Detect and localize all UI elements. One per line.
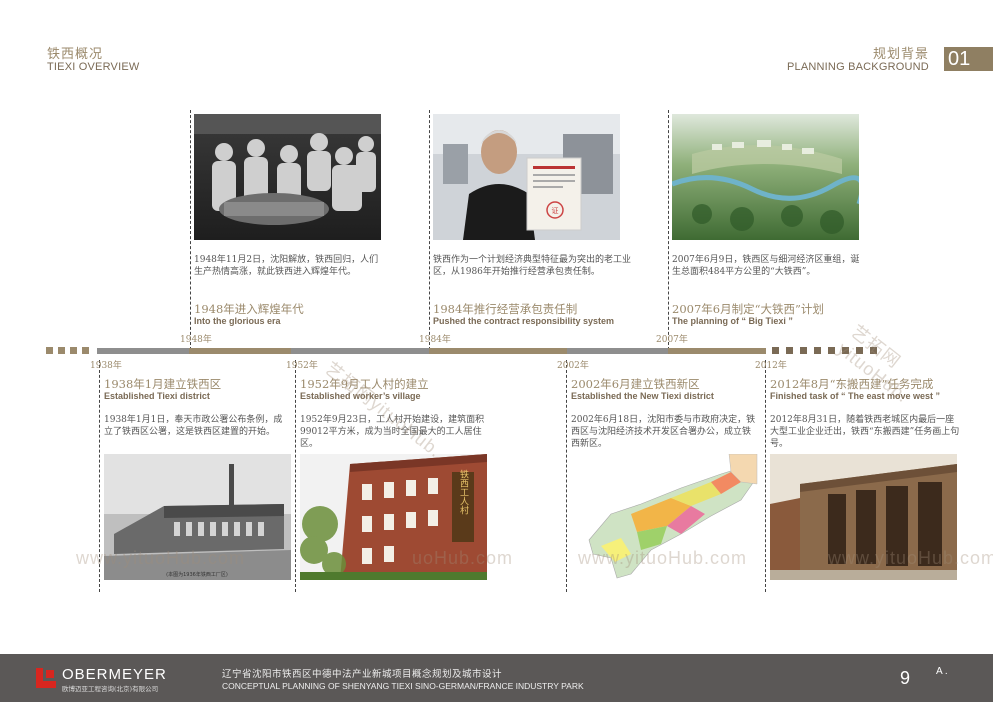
timeline-start-square [70,347,77,354]
obermeyer-logo-icon [36,668,56,688]
header-right-en: PLANNING BACKGROUND [787,61,929,73]
bottom-divider-2002 [566,360,567,592]
event-1938-title-en: Established Tiexi district [104,391,210,401]
timeline-segment-brown [429,348,567,354]
year-label-1952: 1952年 [286,361,318,371]
event-2002-title-en: Established the New Tiexi district [571,391,714,401]
event-2002-desc: 2002年6月18日，沈阳市委与市政府决定，铁西区与沈阳经济技术开发区合署办公，… [571,415,756,449]
year-label-2002: 2002年 [557,361,589,371]
village-sign: 铁西工人村 [458,468,469,514]
watermark-url-4: www.yituoHub.com [828,548,993,568]
timeline-end-square [772,347,779,354]
bottom-divider-1952 [295,360,296,592]
event-1948-title-en: Into the glorious era [194,316,281,326]
footer-brand: OBERMEYER [62,666,167,683]
timeline-segment-gray [97,348,189,354]
footer-corner-mark: A . [936,666,948,677]
watermark-url-2: uoHub.com [412,548,514,568]
header-left-en: TIEXI OVERVIEW [47,61,140,73]
timeline-end-square [786,347,793,354]
timeline-start-square [58,347,65,354]
event-1948-title: 1948年进入辉煌年代 [194,302,304,316]
year-label-2007: 2007年 [656,335,688,345]
year-label-2012: 2012年 [755,361,787,371]
event-1938-desc: 1938年1月1日，奉天市政公署公布条例，成立了铁西区公署，这是铁西区建置的开始… [104,415,283,437]
header-right-cn: 规划背景 [873,47,930,62]
photo-aerial-plan [672,114,859,240]
footer-title-en: CONCEPTUAL PLANNING OF SHENYANG TIEXI SI… [222,681,584,691]
section-number-badge: 01 [944,47,993,71]
event-1938-title: 1938年1月建立铁西区 [104,377,222,391]
photo-workers-1948 [194,114,381,240]
factory-photo-caption: (本图为1936年铁西工厂区) [166,571,228,578]
timeline-end-square [800,347,807,354]
timeline-segment-gray [567,348,668,354]
header-left-cn: 铁西概况 [47,47,104,62]
footer-title-cn: 辽宁省沈阳市铁西区中德中法产业新城项目概念规划及城市设计 [222,669,503,680]
event-1948-desc: 1948年11月2日，沈阳解放，铁西回归，人们生产热情高涨，就此铁西进入辉煌年代… [194,255,379,277]
event-2007-title-en: The planning of “ Big Tiexi ” [672,316,793,326]
watermark-url-1: www.yituoHub.com [76,548,246,568]
event-1984-title: 1984年推行经营承包责任制 [433,302,578,316]
timeline-segment-brown [189,348,291,354]
timeline-segment-brown [668,348,766,354]
top-divider-1984 [429,110,430,350]
event-1984-desc: 铁西作为一个计划经济典型特征最为突出的老工业区，从1986年开始推行经营承包责任… [433,255,632,277]
timeline-end-square [814,347,821,354]
year-label-1948: 1948年 [180,335,212,345]
watermark-url-3: www.yituoHub.com [578,548,748,568]
footer-brand-sub: 欧博迈亚工程咨询(北京)有限公司 [62,685,159,693]
certificate-stamp: 证 [552,207,559,215]
event-2002-title: 2002年6月建立铁西新区 [571,377,700,391]
top-divider-2007 [668,110,669,350]
event-2007-desc: 2007年6月9日，铁西区与细河经济区重组，诞生总面积484平方公里的“大铁西”… [672,255,860,277]
bottom-divider-2012 [765,360,766,592]
page-number: 9 [900,668,911,688]
photo-man-certificate: 证 [433,114,620,240]
timeline-start-square [82,347,89,354]
event-2007-title: 2007年6月制定“大铁西”计划 [672,302,824,316]
top-divider-1948 [190,110,191,350]
timeline-start-square [46,347,53,354]
timeline-segment-gray [291,348,429,354]
year-label-1938: 1938年 [90,361,122,371]
year-label-1984: 1984年 [419,335,451,345]
event-1984-title-en: Pushed the contract responsibility syste… [433,316,615,326]
